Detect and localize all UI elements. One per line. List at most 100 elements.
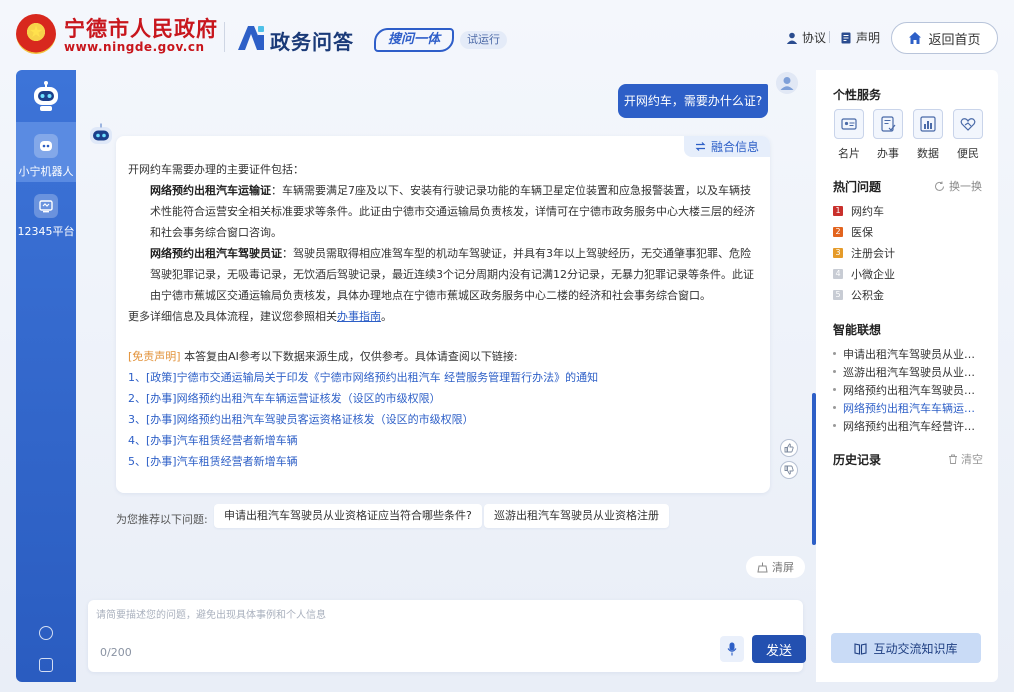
gov-url: www.ningde.gov.cn — [64, 40, 205, 54]
service-task[interactable]: 办事 — [872, 109, 904, 161]
more-info-prefix: 更多详细信息及具体流程，建议您参照相关 — [128, 310, 337, 323]
thumbs-up-button[interactable] — [780, 439, 798, 457]
reference-link-5[interactable]: 5、[办事]汽车租赁经营者新增车辆 — [128, 451, 756, 472]
gov-name: 宁德市人民政府 — [64, 16, 218, 41]
hot-rank-2: 2 — [833, 227, 843, 237]
trash-icon — [949, 454, 957, 464]
personal-service-title: 个性服务 — [833, 88, 882, 102]
cert-paragraph-2: 网络预约出租汽车驾驶员证：驾驶员需取得相应准驾车型的机动车驾驶证，并具有3年以上… — [128, 243, 756, 306]
nav-item-robot[interactable]: 小宁机器人 — [16, 122, 76, 182]
hot-question-5-label: 公积金 — [851, 289, 884, 302]
statement-link[interactable]: 声明 — [840, 29, 880, 46]
robot-logo-icon — [34, 81, 58, 111]
voice-input-button[interactable] — [720, 636, 744, 662]
chat-main: 开网约车，需要办什么证? 融合信息 开网约车需要办理的主要证件包括： 网络预约出… — [76, 70, 816, 682]
left-nav: 小宁机器人 12345平台 — [16, 70, 76, 682]
thumbs-up-icon — [784, 443, 794, 453]
search-slogan: 搜问一体 — [374, 28, 455, 52]
assoc-item-3[interactable]: 网络预约出租汽车驾驶员客运资格证核发 — [833, 382, 983, 398]
reference-link-3[interactable]: 3、[办事]网络预约出租汽车驾驶员客运资格证核发（设区的市级权限） — [128, 409, 756, 430]
knowledge-base-label: 互动交流知识库 — [873, 641, 958, 656]
assoc-item-4[interactable]: 网络预约出租汽车车辆运营证核发 — [833, 400, 983, 416]
shield-icon[interactable] — [39, 658, 53, 672]
hot-question-5[interactable]: 5 公积金 — [833, 287, 884, 303]
microphone-icon — [727, 642, 737, 656]
hot-question-3-label: 注册会计 — [851, 247, 895, 260]
nav-item-12345[interactable]: 12345平台 — [16, 194, 76, 239]
document-icon — [841, 32, 851, 43]
fusion-info-tag[interactable]: 融合信息 — [684, 136, 770, 157]
hot-rank-3: 3 — [833, 248, 843, 258]
reference-link-1[interactable]: 1、[政策]宁德市交通运输局关于印发《宁德市网络预约出租汽车 经营服务管理暂行办… — [128, 367, 756, 388]
site-header: 宁德市人民政府 www.ningde.gov.cn 政务问答 搜问一体 试运行 … — [0, 0, 1014, 70]
cert2-title: 网络预约出租汽车驾驶员证 — [150, 247, 282, 260]
reference-link-4[interactable]: 4、[办事]汽车租赁经营者新增车辆 — [128, 430, 756, 451]
agreement-label: 协议 — [802, 31, 827, 45]
service-guide-link[interactable]: 办事指南 — [337, 310, 381, 323]
assoc-item-1[interactable]: 申请出租汽车驾驶员从业资格证 — [833, 346, 983, 362]
back-home-label: 返回首页 — [928, 32, 981, 48]
refresh-button[interactable]: 换一换 — [934, 178, 982, 194]
hot-question-2[interactable]: 2 医保 — [833, 224, 873, 240]
header-divider — [224, 22, 225, 52]
user-avatar-icon — [776, 72, 798, 94]
suggest-label: 为您推荐以下问题: — [116, 513, 208, 526]
disclaimer: [免责声明] 本答复由AI参考以下数据来源生成，仅供参考。具体请查阅以下链接: — [128, 346, 756, 367]
char-count: 0/200 — [100, 646, 132, 659]
hot-questions-title: 热门问题 — [833, 180, 882, 194]
cert-paragraph-1: 网络预约出租汽车运输证：车辆需要满足7座及以下、安装有行驶记录功能的车辆卫星定位… — [128, 180, 756, 243]
send-button[interactable]: 发送 — [752, 635, 806, 663]
suggestion-chip-2[interactable]: 巡游出租汽车驾驶员从业资格注册 — [484, 504, 669, 528]
question-input[interactable] — [96, 606, 696, 632]
hot-question-1[interactable]: 1 网约车 — [833, 203, 884, 219]
service-convenience-label: 便民 — [957, 147, 979, 160]
smart-suggest-title: 智能联想 — [833, 323, 882, 337]
service-convenience[interactable]: 便民 — [952, 109, 984, 161]
bot-avatar-icon — [90, 123, 112, 144]
thumbs-down-icon — [784, 465, 794, 475]
hot-question-1-label: 网约车 — [851, 205, 884, 218]
clear-screen-button[interactable]: 清屏 — [746, 556, 805, 578]
reference-link-2[interactable]: 2、[办事]网络预约出租汽车车辆运营证核发（设区的市级权限） — [128, 388, 756, 409]
robot-icon — [34, 134, 58, 158]
help-icon[interactable] — [39, 626, 53, 640]
broom-icon — [757, 562, 768, 572]
hot-rank-5: 5 — [833, 290, 843, 300]
answer-card: 融合信息 开网约车需要办理的主要证件包括： 网络预约出租汽车运输证：车辆需要满足… — [116, 136, 770, 493]
history-clear-button[interactable]: 清空 — [948, 451, 983, 467]
chart-icon — [913, 109, 943, 139]
statement-label: 声明 — [856, 31, 881, 45]
answer-intro: 开网约车需要办理的主要证件包括： — [128, 163, 304, 176]
user-icon — [786, 32, 798, 44]
disclaimer-text: 本答复由AI参考以下数据来源生成，仅供参考。具体请查阅以下链接: — [180, 350, 518, 363]
right-panel: 个性服务 名片 办事 数据 便民 热门问题 换一换 1 网约车 2 医保 3 注册会计… — [816, 70, 998, 682]
hot-question-3[interactable]: 3 注册会计 — [833, 245, 895, 261]
back-home-button[interactable]: 返回首页 — [891, 22, 998, 54]
thumbs-down-button[interactable] — [780, 461, 798, 479]
history-title: 历史记录 — [833, 453, 882, 467]
assoc-item-2[interactable]: 巡游出租汽车驾驶员从业资格注册 — [833, 364, 983, 380]
home-icon — [909, 32, 922, 44]
agreement-link[interactable]: 协议 — [786, 29, 826, 46]
service-task-label: 办事 — [877, 147, 899, 160]
service-data[interactable]: 数据 — [912, 109, 944, 161]
service-card[interactable]: 名片 — [833, 109, 865, 161]
ai-logo-icon — [238, 26, 264, 50]
hot-question-4[interactable]: 4 小微企业 — [833, 266, 895, 282]
hot-rank-4: 4 — [833, 269, 843, 279]
header-separator — [829, 31, 830, 43]
fusion-info-label: 融合信息 — [710, 140, 759, 154]
suggestion-chip-1[interactable]: 申请出租汽车驾驶员从业资格证应当符合哪些条件? — [214, 504, 482, 528]
national-emblem-icon — [16, 14, 56, 54]
more-info-line: 更多详细信息及具体流程，建议您参照相关办事指南。 — [128, 306, 756, 327]
answer-body: 开网约车需要办理的主要证件包括： 网络预约出租汽车运输证：车辆需要满足7座及以下… — [128, 159, 756, 472]
hot-question-4-label: 小微企业 — [851, 268, 895, 281]
nav-item-12345-label: 12345平台 — [17, 225, 75, 238]
clear-screen-label: 清屏 — [772, 561, 794, 574]
knowledge-base-button[interactable]: 互动交流知识库 — [831, 633, 981, 663]
assoc-item-5[interactable]: 网络预约出租汽车经营许可证核发 — [833, 418, 983, 434]
hot-rank-1: 1 — [833, 206, 843, 216]
service-card-label: 名片 — [838, 147, 860, 160]
more-info-suffix: 。 — [381, 310, 392, 323]
card-icon — [834, 109, 864, 139]
